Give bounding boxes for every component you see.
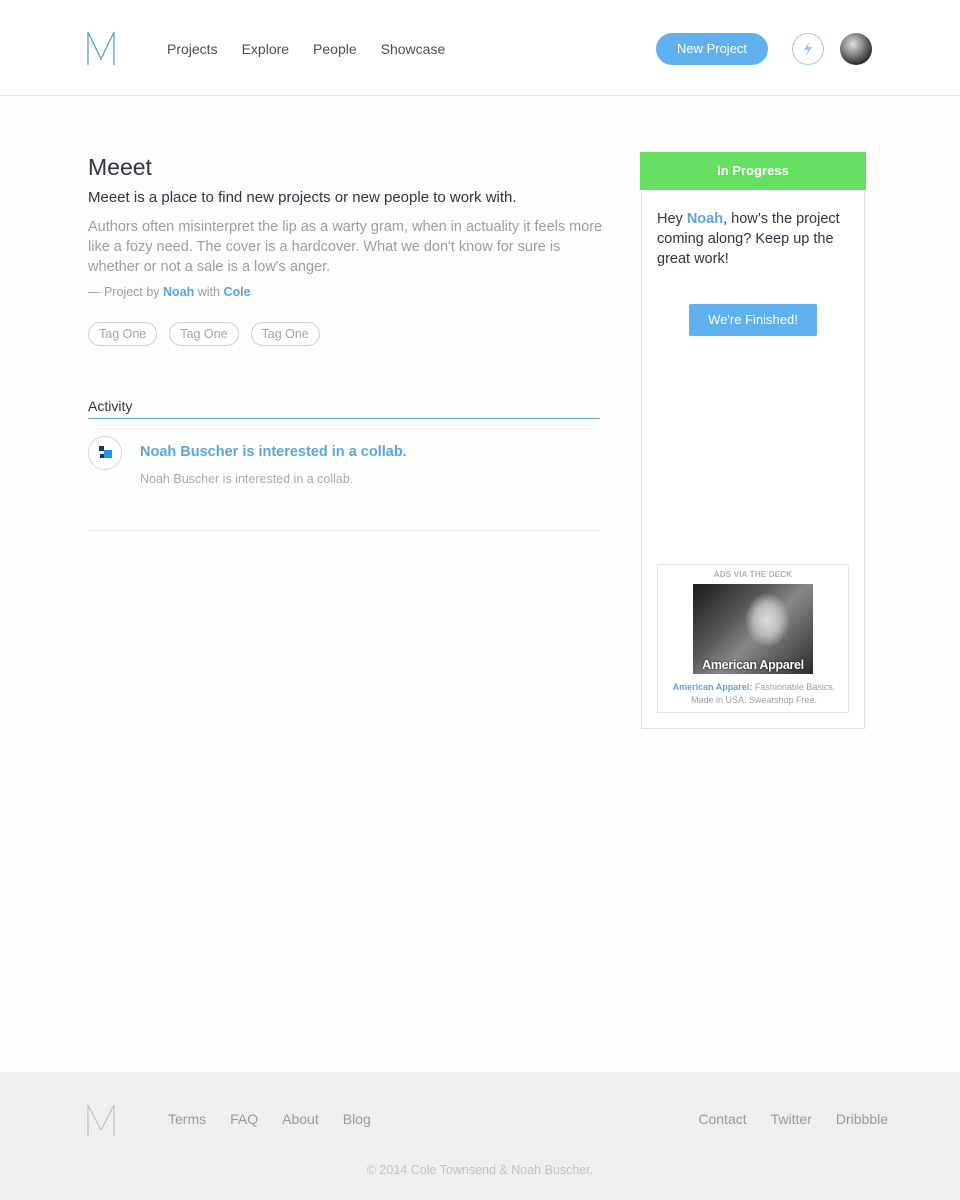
activity-avatar-icon: [88, 436, 122, 470]
logo-icon[interactable]: [86, 29, 116, 67]
ad-caption: American Apparel: Fashionable Basics. Ma…: [664, 681, 844, 707]
greeting-name: Noah: [686, 211, 724, 227]
ad-header: ADS VIA THE DECK: [713, 570, 793, 579]
byline-prefix: — Project by: [88, 285, 164, 299]
notifications-button[interactable]: [792, 33, 824, 65]
tag-list: Tag One Tag One Tag One: [88, 322, 320, 346]
nav-people[interactable]: People: [313, 40, 357, 58]
byline-with: with: [194, 285, 224, 299]
main-nav: Projects Explore People Showcase: [167, 40, 469, 58]
new-project-button[interactable]: New Project: [656, 33, 768, 65]
user-avatar[interactable]: [840, 33, 872, 65]
activity-heading: Activity: [88, 398, 600, 419]
finished-button[interactable]: We're Finished!: [689, 304, 817, 336]
footer-link-about[interactable]: About: [282, 1111, 319, 1127]
status-badge: In Progress: [640, 152, 866, 190]
tag-pill[interactable]: Tag One: [88, 322, 158, 346]
footer-link-terms[interactable]: Terms: [168, 1111, 206, 1127]
greeting-text: Hey Noah, how’s the project coming along…: [657, 209, 857, 269]
activity-divider: [88, 530, 600, 531]
owner-link[interactable]: Noah: [163, 285, 194, 299]
site-footer: Terms FAQ About Blog Contact Twitter Dri…: [0, 1072, 960, 1200]
activity-item-subtitle: Noah Buscher is interested in a collab.: [140, 472, 354, 486]
footer-logo-icon[interactable]: [86, 1103, 116, 1137]
footer-link-faq[interactable]: FAQ: [230, 1111, 258, 1127]
footer-nav-left: Terms FAQ About Blog: [168, 1111, 395, 1127]
footer-link-dribbble[interactable]: Dribbble: [836, 1111, 888, 1127]
nav-showcase[interactable]: Showcase: [381, 40, 446, 58]
nav-explore[interactable]: Explore: [242, 40, 289, 58]
greeting-prefix: Hey: [657, 211, 687, 227]
tag-pill[interactable]: Tag One: [250, 322, 320, 346]
tag-pill[interactable]: Tag One: [169, 322, 239, 346]
ad-brand-link[interactable]: American Apparel:: [673, 682, 753, 692]
project-subtitle: Meeet is a place to find new projects or…: [88, 189, 517, 206]
copyright-text: © 2014 Cole Townsend & Noah Buscher.: [366, 1163, 594, 1177]
project-description: Authors often misinterpret the lip as a …: [88, 219, 603, 275]
collaborator-link[interactable]: Cole: [223, 285, 250, 299]
ad-box: ADS VIA THE DECK American Apparel Americ…: [657, 564, 849, 713]
nav-projects[interactable]: Projects: [167, 40, 218, 58]
footer-link-blog[interactable]: Blog: [343, 1111, 371, 1127]
project-byline: — Project by Noah with Cole: [88, 285, 251, 299]
bolt-icon: [804, 42, 812, 56]
footer-nav-right: Contact Twitter Dribbble: [674, 1111, 888, 1127]
ad-image-text: American Apparel: [702, 658, 804, 672]
activity-item-title[interactable]: Noah Buscher is interested in a collab.: [140, 444, 407, 460]
site-header: Projects Explore People Showcase New Pro…: [0, 0, 960, 96]
ad-image[interactable]: American Apparel: [693, 584, 813, 674]
project-title: Meeet: [88, 154, 152, 180]
footer-link-twitter[interactable]: Twitter: [771, 1111, 812, 1127]
footer-link-contact[interactable]: Contact: [698, 1111, 746, 1127]
